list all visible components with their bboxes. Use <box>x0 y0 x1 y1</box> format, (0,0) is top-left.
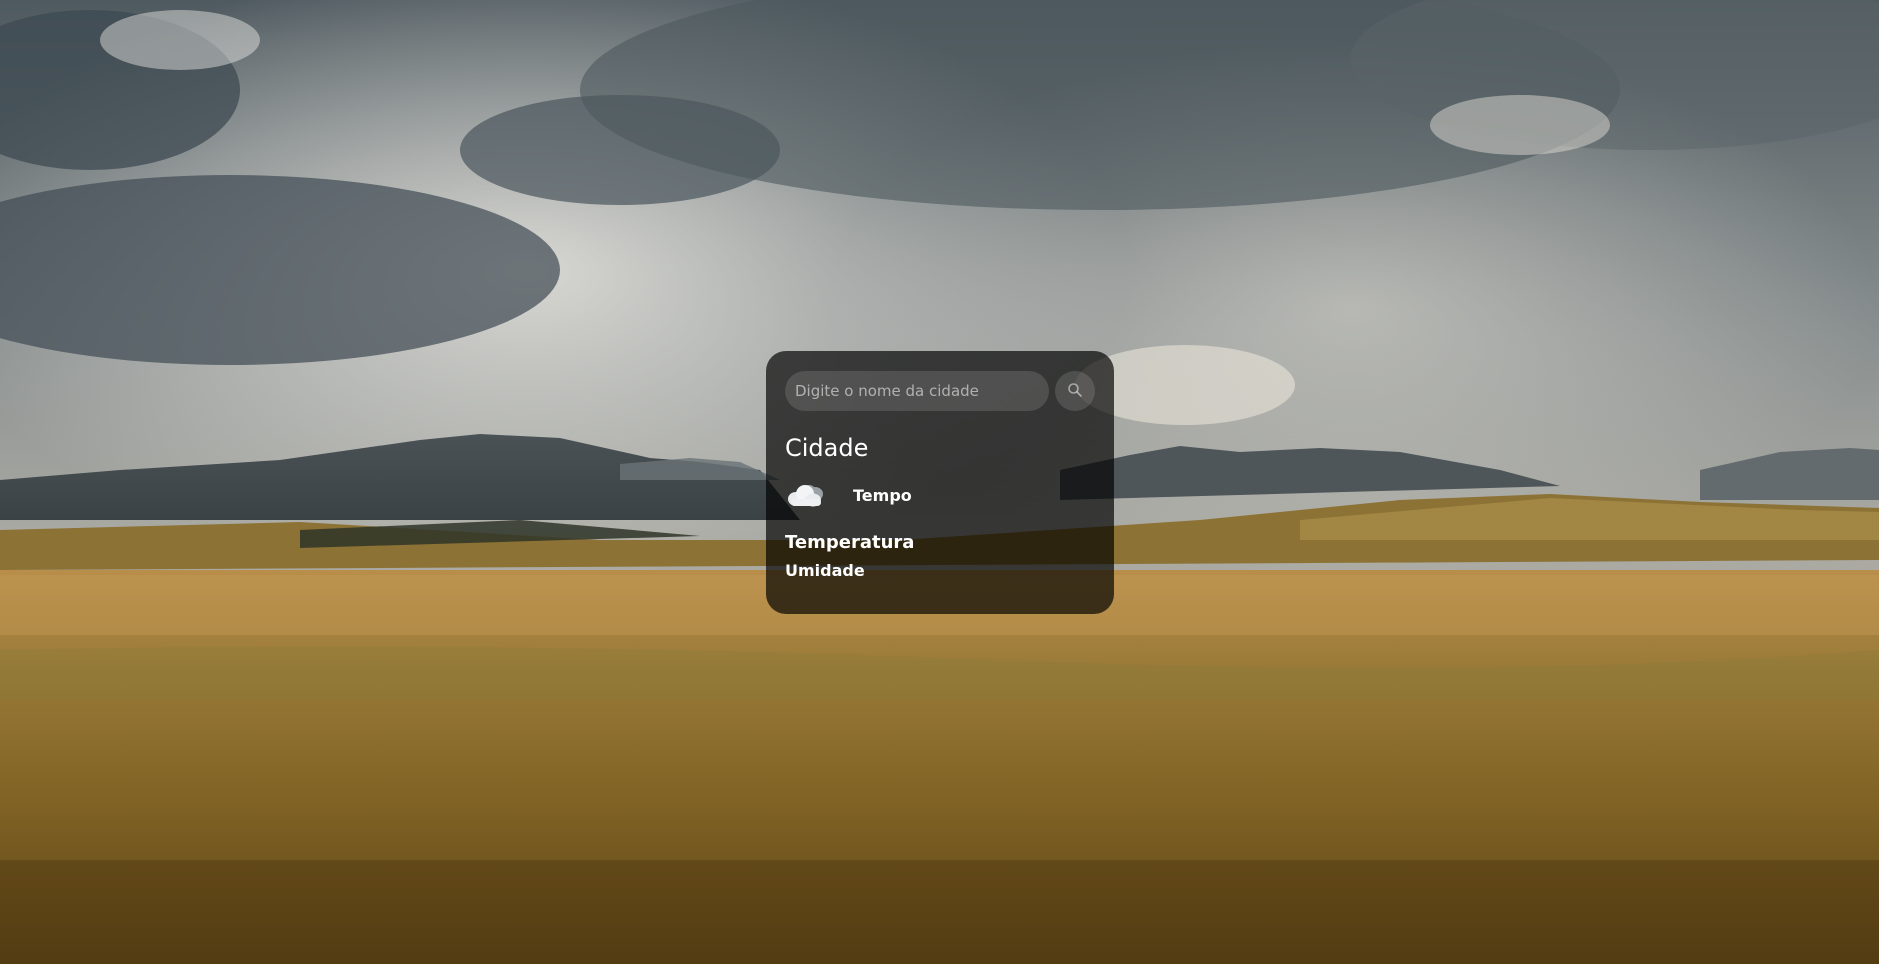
search-icon <box>1067 382 1083 401</box>
temperature-label: Temperatura <box>785 532 915 553</box>
city-name: Cidade <box>785 434 869 462</box>
search-bar <box>785 371 1095 411</box>
weather-condition: Tempo <box>785 475 1095 515</box>
weather-description: Tempo <box>853 485 912 505</box>
search-input[interactable] <box>785 371 1049 411</box>
search-button[interactable] <box>1055 371 1095 411</box>
cloud-icon <box>785 475 833 515</box>
weather-card: Cidade Tempo Temperatura Umidade <box>766 351 1114 614</box>
humidity-label: Umidade <box>785 561 865 580</box>
